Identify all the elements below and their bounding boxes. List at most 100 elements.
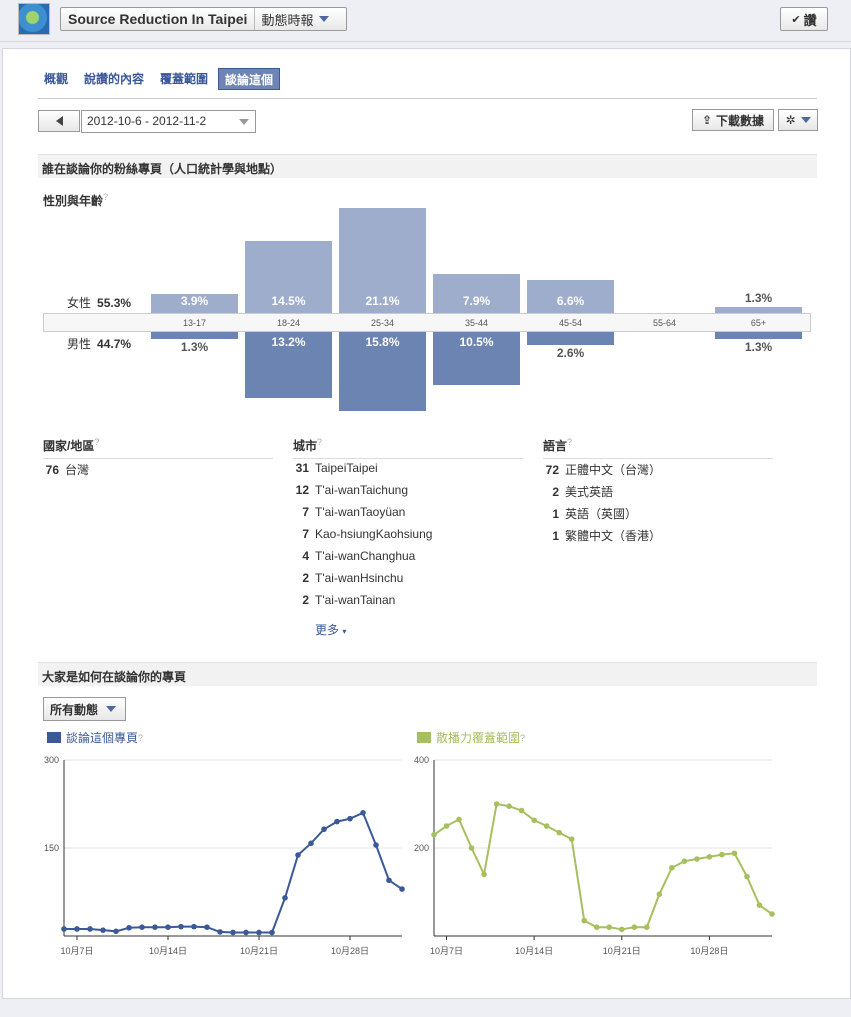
data-point (543, 823, 550, 829)
city-row-count: 2 (302, 593, 309, 607)
country-header-text: 國家/地區 (43, 439, 95, 453)
page-avatar[interactable] (18, 3, 50, 35)
talking-legend[interactable]: 談論這個專頁? (47, 729, 143, 746)
x-tick-label: 10月28日 (690, 946, 728, 956)
settings-menu-button[interactable]: ✲ (778, 109, 818, 131)
like-button[interactable]: ✔ 讚 (780, 7, 828, 31)
city-row-name[interactable]: T'ai-wanTainan (315, 593, 395, 607)
female-label: 女性 (67, 296, 92, 310)
help-icon[interactable]: ? (317, 437, 322, 447)
language-row-name[interactable]: 美式英語 (565, 485, 613, 499)
city-row-name[interactable]: T'ai-wanChanghua (315, 549, 415, 563)
city-row: 2 T'ai-wanTainan (293, 593, 395, 607)
data-point (113, 928, 119, 935)
help-icon[interactable]: ? (94, 437, 99, 447)
tab-likes[interactable]: 說讚的內容 (78, 68, 150, 90)
series-line (433, 802, 773, 931)
city-row-name[interactable]: T'ai-wanTaichung (315, 483, 408, 497)
timeline-menu[interactable]: 動態時報 (255, 10, 335, 29)
female-bar[interactable] (715, 306, 802, 313)
female-bar-label: 21.1% (365, 294, 400, 308)
data-point (518, 807, 525, 814)
city-row-name[interactable]: TaipeiTaipei (315, 461, 378, 475)
chevron-down-icon (319, 16, 330, 22)
female-bar-label: 7.9% (462, 294, 491, 308)
male-label: 男性 (67, 337, 92, 351)
reach-legend[interactable]: 散播力覆蓋範圍? (417, 729, 525, 746)
age-label: 25-34 (370, 318, 395, 328)
gear-icon: ✲ (785, 113, 796, 127)
male-bar-label: 1.3% (744, 339, 773, 354)
data-point (126, 924, 132, 931)
male-bar[interactable] (715, 332, 802, 339)
talking-section-header: 大家是如何在談論你的專頁 (38, 662, 817, 686)
help-icon[interactable]: ? (103, 192, 108, 202)
data-point (493, 801, 500, 807)
language-row: 72 正體中文（台灣） (543, 461, 661, 478)
city-row-count: 12 (295, 483, 309, 497)
data-point (334, 818, 340, 825)
data-point (165, 924, 171, 930)
more-cities-link[interactable]: 更多 ▾ (315, 621, 346, 638)
city-row-count: 2 (302, 571, 309, 585)
page-switcher-button[interactable]: Source Reduction In Taipei 動態時報 (60, 7, 347, 31)
x-tick-label: 10月7日 (60, 946, 93, 956)
male-bar[interactable] (151, 332, 238, 339)
activity-filter-select[interactable]: 所有動態 (43, 697, 126, 721)
help-icon[interactable]: ? (567, 437, 572, 447)
data-point (756, 902, 763, 908)
language-row-name[interactable]: 正體中文（台灣） (565, 463, 661, 477)
x-tick-label: 10月14日 (515, 946, 553, 956)
insights-tabs: 概觀 說讚的內容 覆蓋範圍 談論這個 (38, 68, 284, 90)
data-point (321, 826, 327, 833)
arrow-left-icon (55, 116, 63, 126)
data-point (230, 929, 236, 936)
city-row: 7 T'ai-wanTaoyüan (293, 505, 405, 519)
male-bar[interactable] (527, 332, 614, 345)
city-row-name[interactable]: T'ai-wanTaoyüan (315, 505, 405, 519)
data-point (217, 929, 223, 935)
data-point (656, 891, 663, 897)
help-icon[interactable]: ? (520, 733, 525, 743)
chevron-down-icon: ▾ (342, 627, 347, 636)
reach-legend-swatch (417, 732, 431, 743)
city-row: 12 T'ai-wanTaichung (293, 483, 408, 497)
data-point (644, 924, 650, 930)
chevron-down-icon (106, 706, 117, 712)
male-pct: 44.7% (97, 337, 132, 351)
female-summary: 女性 55.3% (67, 294, 131, 311)
tab-reach[interactable]: 覆蓋範圍 (154, 68, 214, 90)
language-row-count: 2 (552, 485, 559, 499)
language-row-name[interactable]: 英語（英國） (565, 507, 637, 521)
page-name: Source Reduction In Taipei (61, 8, 256, 30)
data-point (308, 840, 314, 847)
data-point (719, 851, 725, 858)
male-summary: 男性 44.7% (67, 335, 131, 352)
country-row-name[interactable]: 台灣 (65, 463, 89, 477)
x-tick-label: 10月28日 (331, 946, 369, 956)
gender-age-title: 性別與年齡? (43, 192, 108, 209)
x-tick-label: 10月14日 (149, 946, 187, 956)
tab-talking-about[interactable]: 談論這個 (218, 68, 281, 90)
tab-overview[interactable]: 概觀 (38, 68, 74, 90)
reach-legend-label: 散播力覆蓋範圍 (436, 731, 521, 745)
data-point (269, 929, 275, 936)
help-icon[interactable]: ? (138, 733, 143, 743)
language-row-name[interactable]: 繁體中文（香港） (565, 529, 661, 543)
x-tick-label: 10月7日 (430, 946, 463, 956)
date-range-select[interactable]: 2012-10-6 - 2012-11-2 (81, 110, 256, 133)
previous-range-button[interactable] (38, 110, 80, 132)
male-bar-label: 2.6% (556, 346, 585, 360)
data-point (744, 873, 750, 880)
city-row-name[interactable]: Kao-hsiungKaohsiung (315, 527, 432, 541)
language-row: 1 英語（英國） (543, 505, 637, 522)
data-point (769, 911, 775, 917)
demographics-section-header: 誰在談論你的粉絲專頁（人口統計學與地點） (38, 154, 817, 178)
country-row-count: 76 (45, 463, 59, 477)
tab-divider (38, 98, 817, 99)
x-tick-label: 10月21日 (240, 946, 278, 956)
city-row-name[interactable]: T'ai-wanHsinchu (315, 571, 403, 585)
download-data-button[interactable]: ⇪ 下載數據 (692, 109, 774, 131)
city-row-count: 4 (302, 549, 309, 563)
city-row: 31 TaipeiTaipei (293, 461, 378, 475)
